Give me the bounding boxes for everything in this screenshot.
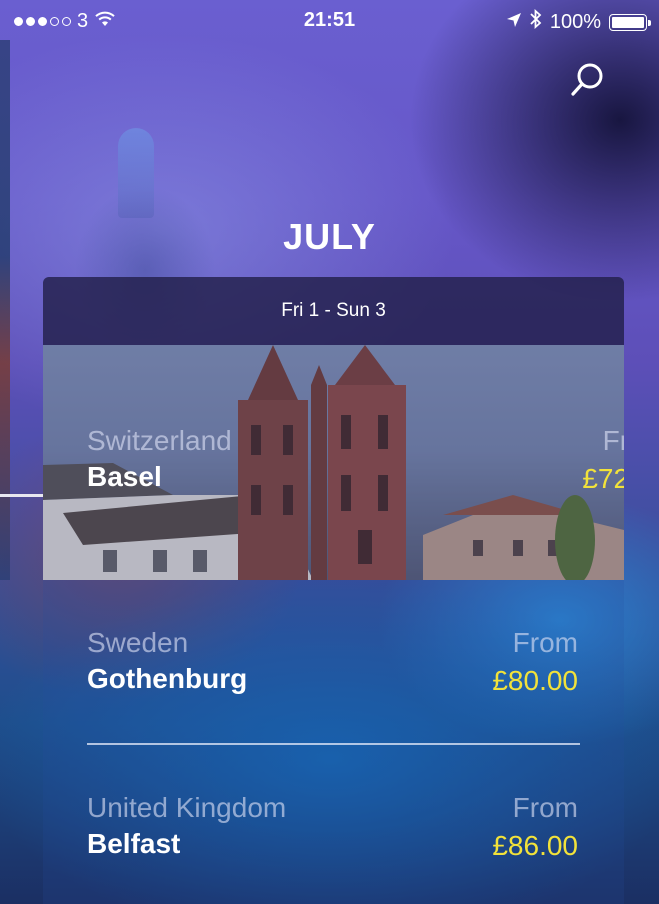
featured-destination[interactable]: Switzerland Basel From £72.00 <box>43 345 624 580</box>
destination-city: Basel <box>87 461 162 492</box>
from-label: From <box>602 425 624 456</box>
destination-row-belfast[interactable]: United Kingdom Belfast From £86.00 <box>87 792 578 861</box>
from-label: From <box>512 792 578 823</box>
status-right: 100% <box>506 8 651 35</box>
destination-country: Sweden <box>87 627 189 658</box>
destination-row-gothenburg[interactable]: Sweden Gothenburg From £80.00 <box>87 627 578 696</box>
battery-percentage: 100% <box>549 10 601 33</box>
destination-country: Switzerland <box>87 425 232 456</box>
background-edge-line <box>0 494 44 497</box>
month-heading: JULY <box>283 216 376 257</box>
search-button[interactable] <box>568 60 608 100</box>
app-screen: 3 21:51 100% JULY Fri 1 - Sun 3 Switzerl… <box>0 0 659 904</box>
status-bar: 3 21:51 100% <box>0 0 659 40</box>
battery-icon <box>609 13 651 31</box>
location-arrow-icon <box>506 11 522 34</box>
bluetooth-icon <box>530 8 542 35</box>
destination-price: £80.00 <box>492 665 578 696</box>
from-label: From <box>512 627 578 658</box>
destination-price: £86.00 <box>492 830 578 861</box>
row-divider <box>87 743 580 745</box>
weekend-card: Fri 1 - Sun 3 Switzerland Basel F £72 Sw… <box>43 277 624 904</box>
background-edge-strip <box>0 40 10 580</box>
destination-price: £72.00 <box>582 463 624 494</box>
featured-destination-text: Switzerland Basel From £72.00 <box>87 425 624 494</box>
destination-country: United Kingdom <box>87 792 287 823</box>
date-range-header: Fri 1 - Sun 3 <box>43 277 624 345</box>
background-spire <box>118 128 154 218</box>
search-icon <box>571 63 603 96</box>
